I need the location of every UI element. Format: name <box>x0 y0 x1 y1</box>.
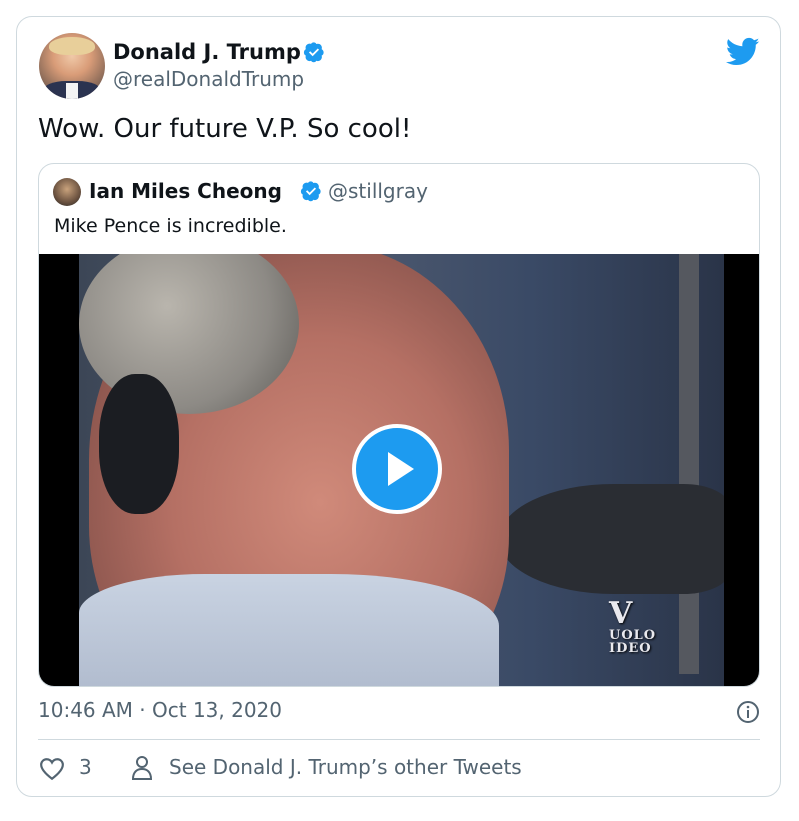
twitter-bird-icon[interactable] <box>726 37 760 67</box>
verified-badge-icon <box>303 42 324 63</box>
embedded-tweet-card: Donald J. Trump @realDonaldTrump Wow. Ou… <box>16 16 781 797</box>
author-avatar[interactable] <box>39 33 105 99</box>
quoted-author-avatar[interactable] <box>53 178 81 206</box>
person-icon[interactable] <box>131 755 153 781</box>
tweet-text: Wow. Our future V.P. So cool! <box>38 114 412 144</box>
video-player[interactable]: V UOLO IDEO <box>39 254 759 686</box>
info-icon[interactable] <box>736 700 760 724</box>
quoted-verified-badge-icon <box>300 181 321 202</box>
quoted-tweet[interactable]: Ian Miles Cheong @stillgray Mike Pence i… <box>38 163 760 687</box>
author-name[interactable]: Donald J. Trump <box>113 39 301 65</box>
see-other-tweets-link[interactable]: See Donald J. Trump’s other Tweets <box>169 755 522 779</box>
divider <box>38 739 760 740</box>
quoted-tweet-text: Mike Pence is incredible. <box>54 215 287 237</box>
play-button[interactable] <box>352 424 442 514</box>
author-handle[interactable]: @realDonaldTrump <box>113 67 304 91</box>
heart-icon[interactable] <box>39 757 65 781</box>
tweet-timestamp[interactable]: 10:46 AM · Oct 13, 2020 <box>38 698 282 722</box>
play-icon <box>388 452 414 486</box>
video-watermark: V UOLO IDEO <box>609 596 657 656</box>
quoted-author-handle[interactable]: @stillgray <box>328 178 428 204</box>
like-count[interactable]: 3 <box>79 755 92 779</box>
quoted-author-name[interactable]: Ian Miles Cheong <box>89 178 282 204</box>
